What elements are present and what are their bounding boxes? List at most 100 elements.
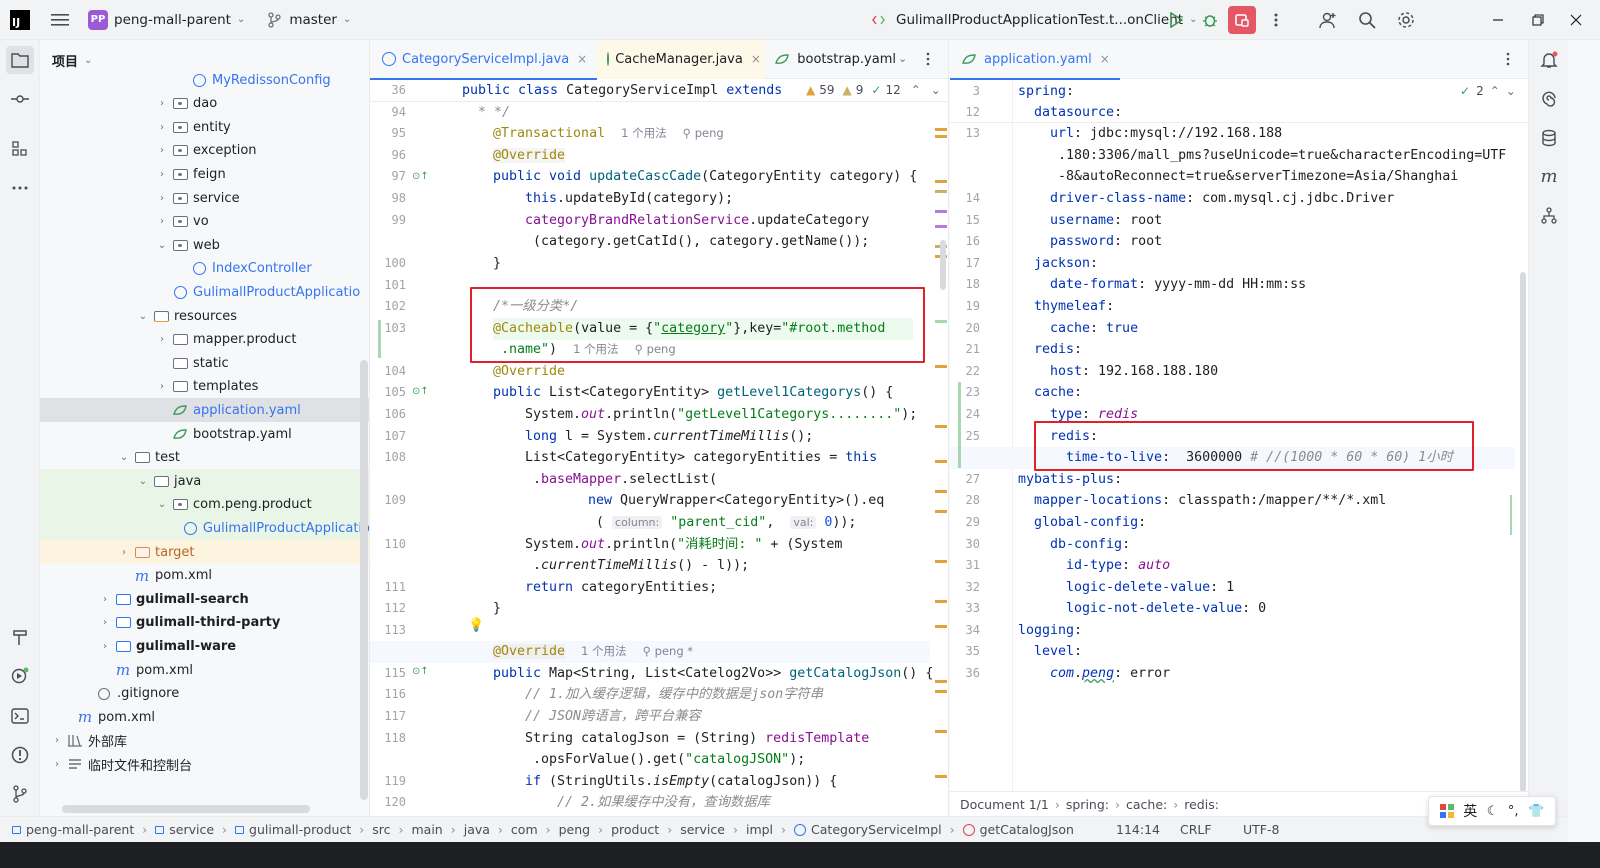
override-gutter-icon[interactable]: ⊙↑ — [412, 171, 429, 182]
tree-hscrollbar[interactable] — [62, 805, 310, 813]
close-icon[interactable]: × — [577, 52, 587, 66]
stripe-marker[interactable] — [935, 180, 947, 183]
override-gutter-icon[interactable]: ⊙↑ — [412, 386, 429, 397]
more-vertical-icon[interactable] — [926, 52, 930, 66]
tree-item[interactable]: GulimallProductApplicatio — [40, 516, 369, 541]
stripe-marker[interactable] — [935, 560, 947, 563]
breadcrumb-item[interactable]: Document 1/1 — [960, 797, 1049, 812]
stripe-marker[interactable] — [935, 690, 947, 693]
stripe-marker[interactable] — [935, 135, 947, 138]
search-button[interactable] — [1353, 6, 1381, 34]
chevron-right-icon[interactable]: › — [98, 594, 112, 605]
ide-logo[interactable]: IJ — [0, 0, 40, 40]
build-tool-button[interactable] — [6, 623, 34, 651]
sticky-header[interactable]: 36 public class CategoryServiceImpl exte… — [370, 80, 948, 102]
close-window-button[interactable] — [1562, 6, 1590, 34]
close-icon[interactable]: × — [1100, 52, 1110, 66]
breadcrumb-item[interactable]: service — [169, 822, 214, 837]
editor-scrollbar[interactable] — [940, 240, 946, 290]
breadcrumb-item[interactable]: cache: — [1126, 797, 1167, 812]
tree-item[interactable]: m pom.xml — [40, 658, 369, 682]
close-icon[interactable]: × — [751, 52, 761, 66]
debug-button[interactable] — [1196, 6, 1224, 34]
more-actions-button[interactable] — [1262, 6, 1290, 34]
chevron-right-icon[interactable]: › — [155, 381, 169, 392]
chevron-right-icon[interactable]: › — [155, 98, 169, 109]
breadcrumb-item[interactable]: main — [411, 822, 442, 837]
breadcrumb-item[interactable]: redis: — [1184, 797, 1219, 812]
tree-item[interactable]: GulimallProductApplicatio — [40, 280, 369, 304]
chevron-right-icon[interactable]: › — [50, 759, 64, 770]
structure-tool-button[interactable] — [6, 135, 34, 163]
main-menu-icon[interactable] — [46, 6, 74, 34]
breadcrumb-item[interactable]: getCatalogJson — [980, 822, 1074, 837]
git-tool-button[interactable] — [6, 780, 34, 808]
ai-assistant-button[interactable] — [1535, 86, 1563, 114]
tree-item[interactable]: ⌄ test — [40, 446, 369, 470]
file-encoding[interactable]: UTF-8 — [1243, 822, 1279, 837]
minimize-button[interactable] — [1484, 6, 1512, 34]
tree-item[interactable]: IndexController — [40, 257, 369, 281]
tab-application-yaml[interactable]: application.yaml × — [950, 40, 1120, 80]
chevron-right-icon[interactable]: › — [155, 193, 169, 204]
stripe-marker[interactable] — [935, 190, 947, 193]
branch-selector[interactable]: master ⌄ — [267, 0, 351, 40]
breadcrumb-item[interactable]: peng — [559, 822, 590, 837]
breadcrumb-item[interactable]: spring: — [1066, 797, 1109, 812]
tree-item[interactable]: › dao — [40, 92, 369, 116]
stripe-marker[interactable] — [935, 425, 947, 428]
vcs-change-marker[interactable] — [378, 320, 381, 358]
override-gutter-icon[interactable]: ⊙↑ — [412, 666, 429, 677]
stripe-marker[interactable] — [935, 128, 947, 131]
tree-item[interactable]: static — [40, 351, 369, 375]
chevron-right-icon[interactable]: › — [98, 641, 112, 652]
chevron-right-icon[interactable]: › — [155, 122, 169, 133]
tree-item[interactable]: › templates — [40, 375, 369, 399]
stripe-marker[interactable] — [935, 490, 947, 493]
tab-bootstrap-yaml[interactable]: bootstrap.yaml — [765, 40, 906, 79]
tree-item[interactable]: ⌄ com.peng.product — [40, 492, 369, 517]
stripe-marker[interactable] — [935, 225, 947, 228]
tree-item[interactable]: m pom.xml — [40, 564, 369, 588]
breadcrumb-item[interactable]: peng-mall-parent — [26, 822, 134, 837]
chevron-down-icon[interactable]: ⌄ — [931, 83, 941, 97]
breadcrumb-item[interactable]: java — [464, 822, 490, 837]
chevron-right-icon[interactable]: › — [117, 547, 131, 558]
tree-item[interactable]: › 临时文件和控制台 — [40, 752, 369, 776]
services-tool-button[interactable] — [6, 662, 34, 690]
chevron-right-icon[interactable]: › — [50, 735, 64, 746]
stripe-marker[interactable] — [935, 320, 947, 323]
tree-item[interactable]: › gulimall-search — [40, 587, 369, 611]
notifications-button[interactable] — [1535, 46, 1563, 74]
restore-button[interactable] — [1524, 6, 1552, 34]
breadcrumb-item[interactable]: CategoryServiceImpl — [811, 822, 942, 837]
tree-item[interactable]: ⌄ web — [40, 233, 369, 257]
tree-item[interactable]: ⌄ resources — [40, 304, 369, 328]
tree-item[interactable]: › entity — [40, 115, 369, 139]
breadcrumb-item[interactable]: src — [372, 822, 390, 837]
tree-item[interactable]: › service — [40, 186, 369, 210]
more-tools-button[interactable] — [6, 174, 34, 202]
ime-toolbar[interactable]: 英 ☾ °, 👕 — [1428, 796, 1556, 826]
tree-item[interactable]: › target — [40, 540, 369, 564]
tree-item[interactable]: › exception — [40, 139, 369, 163]
chevron-down-icon[interactable]: ⌄ — [898, 52, 907, 65]
add-user-button[interactable] — [1314, 6, 1342, 34]
chevron-down-icon[interactable]: ⌄ — [136, 311, 150, 322]
chevron-right-icon[interactable]: › — [155, 216, 169, 227]
stripe-marker[interactable] — [935, 775, 947, 778]
stop-button[interactable] — [1228, 5, 1256, 34]
terminal-tool-button[interactable] — [6, 702, 34, 730]
caret-position[interactable]: 114:14 — [1116, 822, 1160, 837]
breadcrumb-item[interactable]: service — [680, 822, 725, 837]
tree-item[interactable]: ⌄ java — [40, 469, 369, 494]
tree-item[interactable]: › feign — [40, 162, 369, 186]
database-button[interactable] — [1535, 124, 1563, 152]
tree-item[interactable]: › 外部库 — [40, 729, 369, 753]
breadcrumb-item[interactable]: impl — [746, 822, 773, 837]
hierarchy-button[interactable] — [1535, 202, 1563, 230]
stripe-marker[interactable] — [935, 365, 947, 368]
stripe-marker[interactable] — [935, 600, 947, 603]
tree-item[interactable]: bootstrap.yaml — [40, 422, 369, 446]
tree-item[interactable]: m pom.xml — [40, 705, 369, 729]
